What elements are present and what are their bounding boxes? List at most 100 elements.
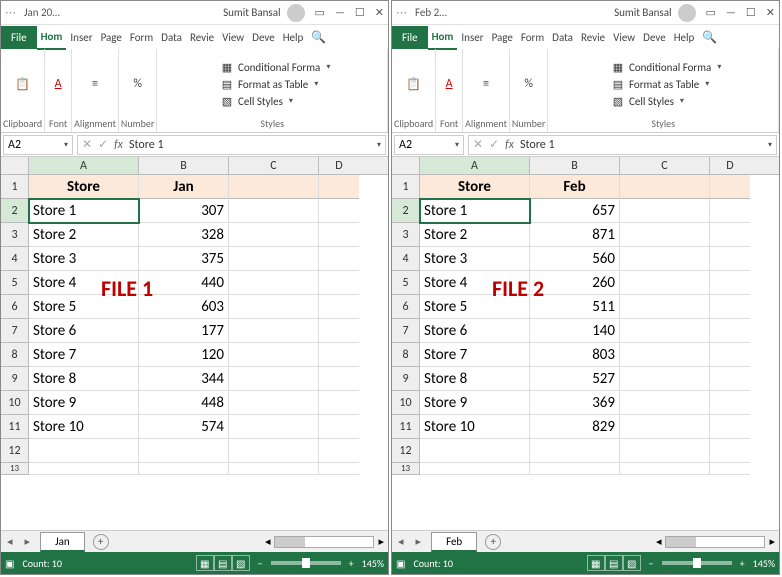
colhead-c[interactable]: C [620,157,710,174]
zoom-out-button[interactable]: − [649,557,654,570]
cell-b2[interactable]: 307 [139,199,229,223]
align-icon[interactable]: ≡ [475,74,497,94]
sheet-tab[interactable]: Jan [40,532,85,552]
tab-file[interactable]: File [1,26,37,49]
new-sheet-button[interactable]: + [93,534,109,550]
tab-page[interactable]: Page [488,26,517,49]
name-box[interactable]: A2▾ [394,135,464,155]
ribbon-options-icon[interactable]: ▭ [706,6,716,19]
search-icon[interactable]: 🔍 [307,30,330,45]
cell-a2[interactable]: Store 1 [29,199,139,223]
colhead-a[interactable]: A [420,157,530,174]
zoom-slider[interactable] [271,561,341,565]
tab-formulas[interactable]: Form [517,26,548,49]
minimize-button[interactable]: — [335,6,345,19]
hscroll-bar[interactable] [665,536,765,548]
maximize-button[interactable]: ☐ [355,6,365,19]
formula-input[interactable]: Store 1 [129,138,164,152]
view-normal-icon[interactable]: ▦ [587,555,605,571]
cell-a1[interactable]: Store [29,175,139,199]
view-pagelayout-icon[interactable]: ▤ [605,555,623,571]
tab-help[interactable]: Help [279,26,308,49]
new-sheet-button[interactable]: + [485,534,501,550]
minimize-button[interactable]: — [726,6,736,19]
font-icon[interactable]: A [438,74,460,94]
cell-c1[interactable] [620,175,710,199]
view-pagebreak-icon[interactable]: ▧ [232,555,250,571]
sheet-nav-prev-icon[interactable]: ◂ [1,535,19,548]
tab-home[interactable]: Hom [428,25,458,50]
zoom-level[interactable]: 145% [753,557,775,570]
conditional-formatting-button[interactable]: ▦ Conditional Forma▾ [611,59,721,75]
tab-data[interactable]: Data [548,26,577,49]
tab-developer[interactable]: Deve [248,26,279,49]
align-icon[interactable]: ≡ [84,74,106,94]
colhead-c[interactable]: C [229,157,319,174]
record-macro-icon[interactable]: ▣ [396,557,405,570]
colhead-d[interactable]: D [710,157,750,174]
tab-home[interactable]: Hom [37,25,67,50]
cell-c1[interactable] [229,175,319,199]
select-all-corner[interactable] [1,157,29,174]
percent-icon[interactable]: % [518,74,540,94]
colhead-b[interactable]: B [530,157,620,174]
conditional-formatting-button[interactable]: ▦ Conditional Forma▾ [220,59,330,75]
close-button[interactable]: ✕ [375,6,384,19]
expand-formula-icon[interactable]: ▾ [768,140,772,150]
cell-styles-button[interactable]: ▧ Cell Styles▾ [220,93,293,109]
sheet-nav-next-icon[interactable]: ▸ [410,535,428,548]
view-normal-icon[interactable]: ▦ [196,555,214,571]
format-as-table-button[interactable]: ▤ Format as Table▾ [220,76,318,92]
cell-a1[interactable]: Store [420,175,530,199]
sheet-tab[interactable]: Feb [431,532,477,552]
cell-styles-button[interactable]: ▧ Cell Styles▾ [611,93,684,109]
fx-icon[interactable]: fx [505,138,514,152]
cell-d1[interactable] [710,175,750,199]
avatar[interactable] [287,4,305,22]
colhead-b[interactable]: B [139,157,229,174]
view-pagebreak-icon[interactable]: ▧ [623,555,641,571]
expand-formula-icon[interactable]: ▾ [377,140,381,150]
tab-help[interactable]: Help [670,26,699,49]
format-as-table-button[interactable]: ▤ Format as Table▾ [611,76,709,92]
user-name[interactable]: Sumit Bansal [614,6,677,19]
zoom-in-button[interactable]: + [349,557,354,570]
sheet-nav-next-icon[interactable]: ▸ [19,535,37,548]
tab-formulas[interactable]: Form [126,26,157,49]
cell-b1[interactable]: Jan [139,175,229,199]
rowhead-1[interactable]: 1 [392,175,420,199]
zoom-level[interactable]: 145% [362,557,384,570]
tab-review[interactable]: Revie [186,26,218,49]
cell-b1[interactable]: Feb [530,175,620,199]
view-pagelayout-icon[interactable]: ▤ [214,555,232,571]
fx-icon[interactable]: fx [114,138,123,152]
zoom-slider[interactable] [662,561,732,565]
hscroll-bar[interactable] [274,536,374,548]
fx-enter-icon[interactable]: ✓ [98,137,108,152]
tab-view[interactable]: View [609,26,639,49]
tab-insert[interactable]: Inser [457,26,487,49]
zoom-in-button[interactable]: + [740,557,745,570]
paste-icon[interactable]: 📋 [403,74,425,94]
formula-input[interactable]: Store 1 [520,138,555,152]
fx-cancel-icon[interactable]: ✕ [82,137,92,152]
paste-icon[interactable]: 📋 [12,74,34,94]
avatar[interactable] [678,4,696,22]
rowhead-2[interactable]: 2 [1,199,29,223]
autosave-icon[interactable]: ⋯ [396,6,407,19]
fx-cancel-icon[interactable]: ✕ [473,137,483,152]
percent-icon[interactable]: % [127,74,149,94]
cell-d1[interactable] [319,175,359,199]
tab-review[interactable]: Revie [577,26,609,49]
rowhead-1[interactable]: 1 [1,175,29,199]
tab-page[interactable]: Page [97,26,126,49]
hscroll-left-icon[interactable]: ◂ [656,535,662,548]
rowhead-2[interactable]: 2 [392,199,420,223]
tab-view[interactable]: View [218,26,248,49]
maximize-button[interactable]: ☐ [746,6,756,19]
search-icon[interactable]: 🔍 [698,30,721,45]
colhead-d[interactable]: D [319,157,359,174]
hscroll-right-icon[interactable]: ▸ [378,535,384,548]
sheet-nav-prev-icon[interactable]: ◂ [392,535,410,548]
record-macro-icon[interactable]: ▣ [5,557,14,570]
